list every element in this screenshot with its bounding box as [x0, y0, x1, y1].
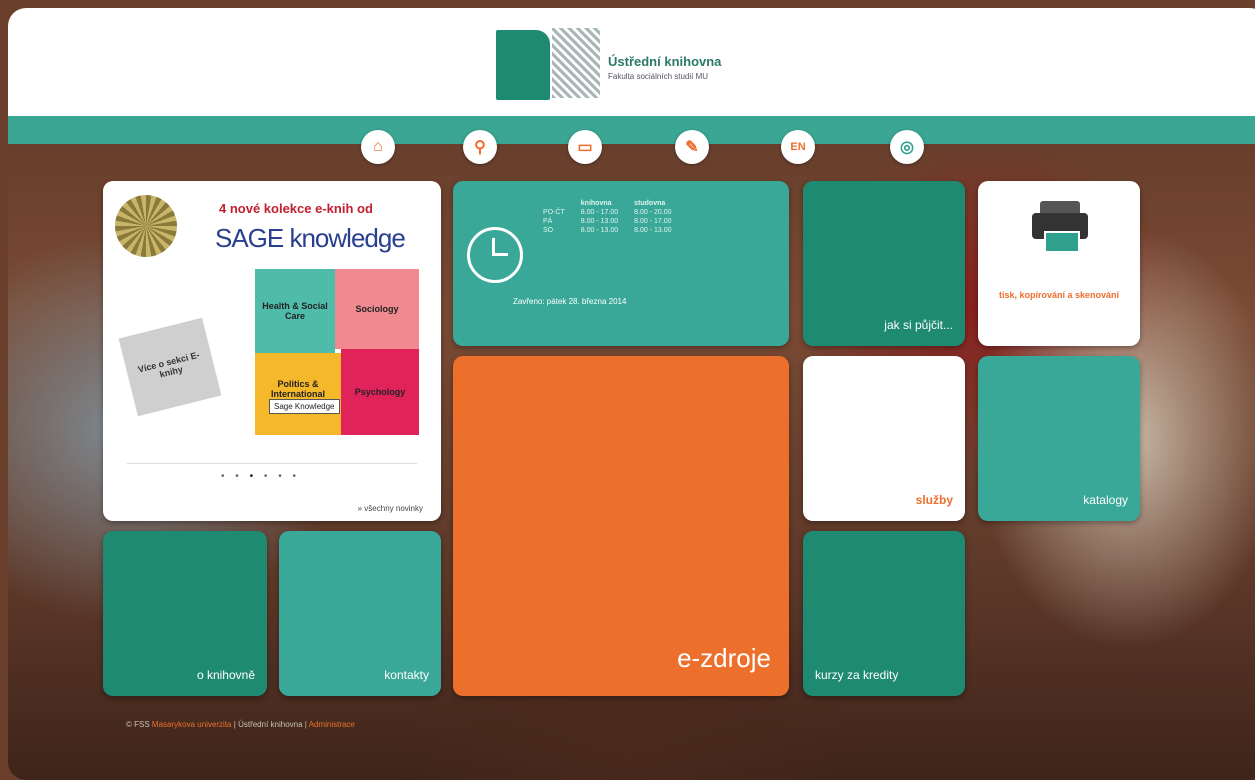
- slide-brand: SAGE knowledge: [215, 223, 406, 253]
- divider: [127, 463, 417, 464]
- news-slideshow[interactable]: 4 nové kolekce e-knih od SAGE knowledge …: [103, 181, 441, 521]
- tile-tisk[interactable]: tisk, kopírování a skenování: [978, 181, 1140, 346]
- tile-jak-si-pujcit[interactable]: jak si půjčit...: [803, 181, 965, 346]
- tile-label: e-zdroje: [677, 643, 771, 673]
- mu-icon[interactable]: ◎: [890, 130, 924, 164]
- closure-note: Zavřeno: pátek 28. března 2014: [513, 297, 627, 306]
- all-news-link[interactable]: » všechny novinky: [358, 504, 423, 513]
- slide-dots[interactable]: • • • • • •: [221, 471, 300, 482]
- home-icon[interactable]: ⌂: [361, 130, 395, 164]
- collection-psychology: Psychology: [341, 349, 419, 435]
- tile-katalogy[interactable]: katalogy: [978, 356, 1140, 521]
- footer-copyright: © FSS: [126, 720, 150, 729]
- slide-dot[interactable]: •: [292, 471, 300, 482]
- opening-hours[interactable]: knihovna studovna PO-ČT 8.00 - 17.00 8.0…: [453, 181, 789, 346]
- paperclip-icon[interactable]: ✎: [675, 130, 709, 164]
- hours-value: 8.00 - 13.00: [580, 218, 619, 225]
- ebook-note: Více o sekci E-knihy: [118, 317, 222, 417]
- logo-book-icon: [496, 30, 550, 100]
- hours-value: 8.00 - 20.00: [634, 209, 672, 216]
- nav-bar: [8, 116, 1255, 144]
- slide-dot[interactable]: •: [264, 471, 272, 482]
- hours-day: SO: [543, 227, 554, 234]
- slide-title: 4 nové kolekce e-knih od: [219, 201, 373, 216]
- page-frame: Ústřední knihovna Fakulta sociálních stu…: [8, 8, 1255, 780]
- hours-day: PÁ: [543, 218, 553, 225]
- library-logo[interactable]: Ústřední knihovna Fakulta sociálních stu…: [496, 28, 786, 102]
- logo-subtitle: Fakulta sociálních studií MU: [608, 72, 709, 81]
- footer-library: Ústřední knihovna: [238, 720, 303, 729]
- footer-separator: |: [233, 720, 236, 729]
- tile-label: kurzy za kredity: [815, 668, 899, 682]
- tile-label: katalogy: [1083, 493, 1128, 507]
- slide-dot-active[interactable]: •: [250, 471, 258, 482]
- footer-link-admin[interactable]: Administrace: [309, 720, 355, 729]
- tile-o-knihovne[interactable]: o knihovně: [103, 531, 267, 696]
- slide-dot[interactable]: •: [221, 471, 229, 482]
- hours-value: 8.00 - 13.00: [580, 227, 619, 234]
- slide-dot[interactable]: •: [235, 471, 243, 482]
- search-icon[interactable]: ⚲: [463, 130, 497, 164]
- tile-label: o knihovně: [196, 668, 255, 682]
- sage-tag: Sage Knowledge: [269, 399, 340, 414]
- tile-e-zdroje[interactable]: e-zdroje: [453, 356, 789, 696]
- hours-col-label: [535, 199, 573, 208]
- collection-health: Health & Social Care: [255, 269, 335, 353]
- hours-value: 8.00 - 17.00: [580, 209, 619, 216]
- footer-separator: |: [304, 720, 307, 729]
- logo-title: Ústřední knihovna: [608, 54, 722, 69]
- tile-label: jak si půjčit...: [884, 318, 953, 332]
- footer-link-mu[interactable]: Masarykova univerzita: [152, 720, 232, 729]
- tile-label: služby: [915, 493, 953, 507]
- tile-sluzby[interactable]: služby: [803, 356, 965, 521]
- clock-icon: [467, 227, 523, 283]
- tile-kurzy[interactable]: kurzy za kredity: [803, 531, 965, 696]
- sunburst-icon: [115, 195, 177, 257]
- slide-dot[interactable]: •: [278, 471, 286, 482]
- header: Ústřední knihovna Fakulta sociálních stu…: [8, 8, 1255, 116]
- footer: © FSS Masarykova univerzita | Ústřední k…: [126, 720, 355, 729]
- card-icon[interactable]: ▭: [568, 130, 602, 164]
- tile-label: tisk, kopírování a skenování: [998, 290, 1120, 300]
- hours-value: 8.00 - 13.00: [634, 227, 672, 234]
- collection-politics: Politics & International Relations: [255, 353, 341, 435]
- hours-day: PO-ČT: [543, 209, 565, 216]
- hours-value: 8.00 - 17.00: [634, 218, 672, 225]
- hours-col-study: studovna: [634, 200, 666, 207]
- logo-pattern-icon: [552, 28, 600, 98]
- printer-icon: [1032, 201, 1088, 253]
- tile-label: kontakty: [384, 668, 429, 682]
- collection-sociology: Sociology: [335, 269, 419, 349]
- language-icon[interactable]: EN: [781, 130, 815, 164]
- hours-col-library: knihovna: [580, 200, 612, 207]
- hours-table: knihovna studovna PO-ČT 8.00 - 17.00 8.0…: [535, 199, 680, 235]
- tile-kontakty[interactable]: kontakty: [279, 531, 441, 696]
